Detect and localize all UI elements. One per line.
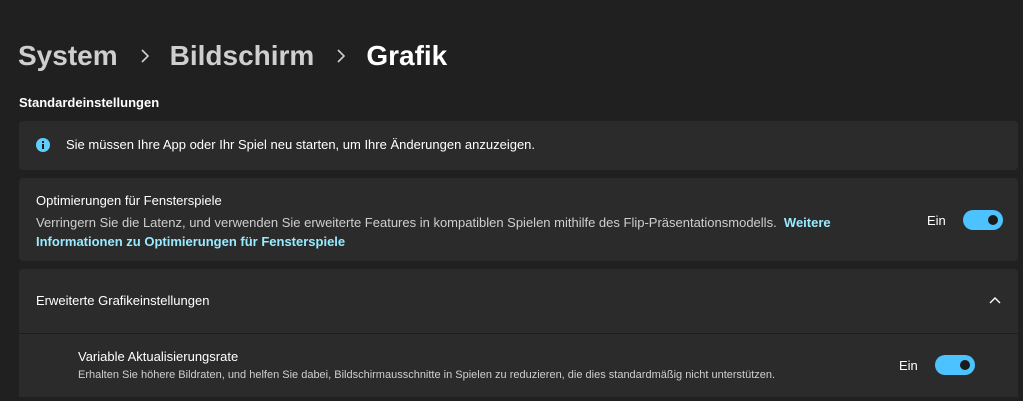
variable-refresh-rate-title: Variable Aktualisierungsrate (78, 349, 239, 364)
windowed-optimizations-description: Verringern Sie die Latenz, und verwenden… (36, 213, 906, 251)
breadcrumb-item-bildschirm[interactable]: Bildschirm (170, 40, 315, 72)
chevron-right-icon (141, 49, 149, 63)
breadcrumb: System Bildschirm Grafik (18, 38, 447, 74)
toggle-knob (987, 215, 998, 225)
advanced-graphics-title: Erweiterte Grafikeinstellungen (36, 293, 210, 308)
windowed-optimizations-card: Optimierungen für Fensterspiele Verringe… (19, 178, 1018, 261)
windowed-optimizations-toggle-group: Ein (927, 210, 1003, 230)
toggle-state-label: Ein (899, 357, 918, 373)
info-icon (36, 138, 50, 152)
breadcrumb-item-system[interactable]: System (18, 40, 118, 72)
windowed-optimizations-description-text: Verringern Sie die Latenz, und verwenden… (36, 215, 777, 230)
advanced-graphics-card: Erweiterte Grafikeinstellungen Variable … (19, 269, 1018, 397)
toggle-knob (959, 360, 970, 370)
windowed-optimizations-title: Optimierungen für Fensterspiele (36, 193, 222, 208)
advanced-graphics-header[interactable]: Erweiterte Grafikeinstellungen (19, 269, 1018, 334)
variable-refresh-rate-toggle[interactable] (934, 355, 975, 375)
toggle-state-label: Ein (927, 212, 946, 228)
variable-refresh-rate-toggle-group: Ein (899, 355, 975, 375)
info-banner: Sie müssen Ihre App oder Ihr Spiel neu s… (19, 121, 1018, 170)
chevron-right-icon (337, 49, 346, 63)
windowed-optimizations-toggle[interactable] (962, 210, 1003, 230)
info-banner-text: Sie müssen Ihre App oder Ihr Spiel neu s… (66, 137, 536, 152)
chevron-up-icon[interactable] (988, 293, 1002, 307)
settings-page: System Bildschirm Grafik Standardeinstel… (0, 0, 1023, 401)
section-title: Standardeinstellungen (19, 95, 160, 110)
page-title: Grafik (366, 40, 448, 71)
variable-refresh-rate-description: Erhalten Sie höhere Bildraten, und helfe… (78, 369, 776, 381)
